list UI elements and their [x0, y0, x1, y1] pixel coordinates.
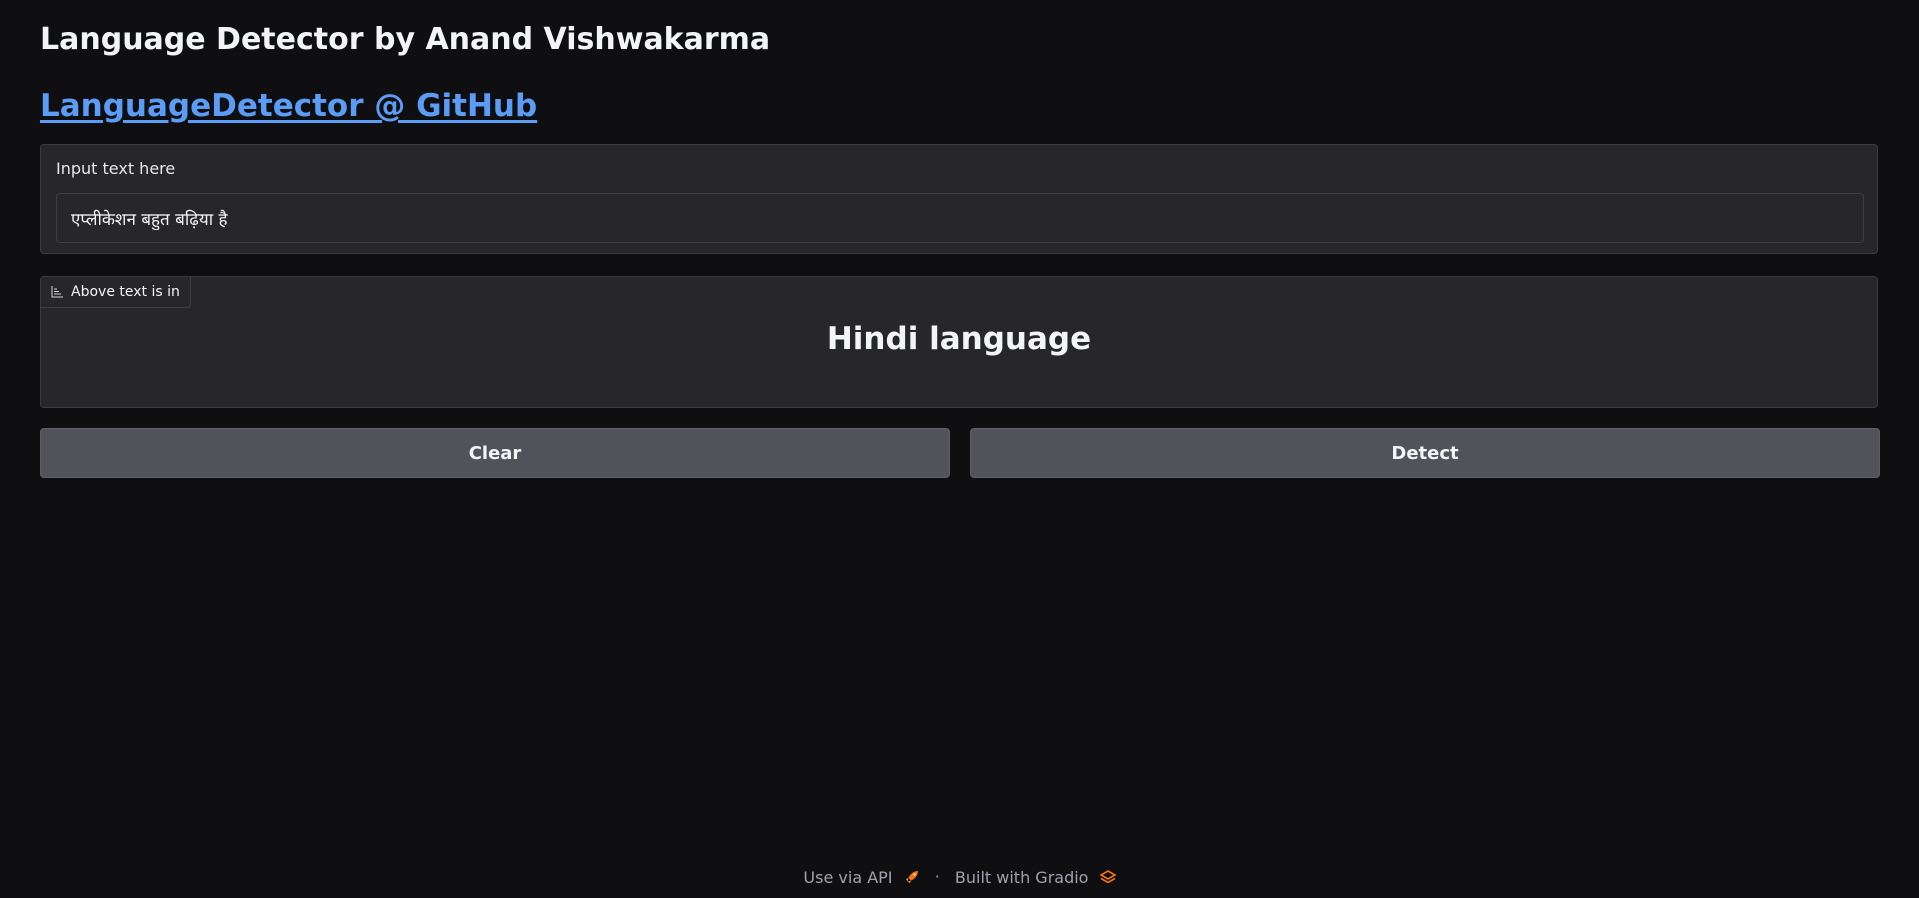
- page-title: Language Detector by Anand Vishwakarma: [40, 22, 771, 57]
- built-with-label: Built with Gradio: [954, 867, 1089, 887]
- output-label: Above text is in: [71, 284, 180, 300]
- gradio-link[interactable]: Built with Gradio: [954, 867, 1117, 887]
- input-panel: Input text here: [40, 144, 1878, 254]
- gradio-logo-icon: [1098, 870, 1117, 884]
- detect-button[interactable]: Detect: [970, 428, 1880, 478]
- label-icon: [51, 286, 63, 298]
- main-content: Language Detector by Anand Vishwakarma L…: [40, 0, 1880, 478]
- footer-separator: ·: [934, 867, 940, 886]
- rocket-icon: [905, 871, 918, 883]
- clear-button[interactable]: Clear: [40, 428, 950, 478]
- footer: Use via API · Built with Gradio: [0, 866, 1919, 887]
- output-panel: Above text is in Hindi language: [40, 276, 1878, 408]
- github-link[interactable]: LanguageDetector @ GitHub: [40, 88, 537, 124]
- use-api-link[interactable]: Use via API: [803, 867, 924, 887]
- use-api-label: Use via API: [803, 867, 893, 887]
- page: Language Detector by Anand Vishwakarma L…: [0, 0, 1919, 898]
- detected-language: Hindi language: [826, 321, 1092, 357]
- action-row: Clear Detect: [40, 428, 1880, 478]
- text-input[interactable]: [56, 193, 1864, 243]
- output-label-tag: Above text is in: [41, 277, 191, 308]
- input-label: Input text here: [56, 159, 176, 178]
